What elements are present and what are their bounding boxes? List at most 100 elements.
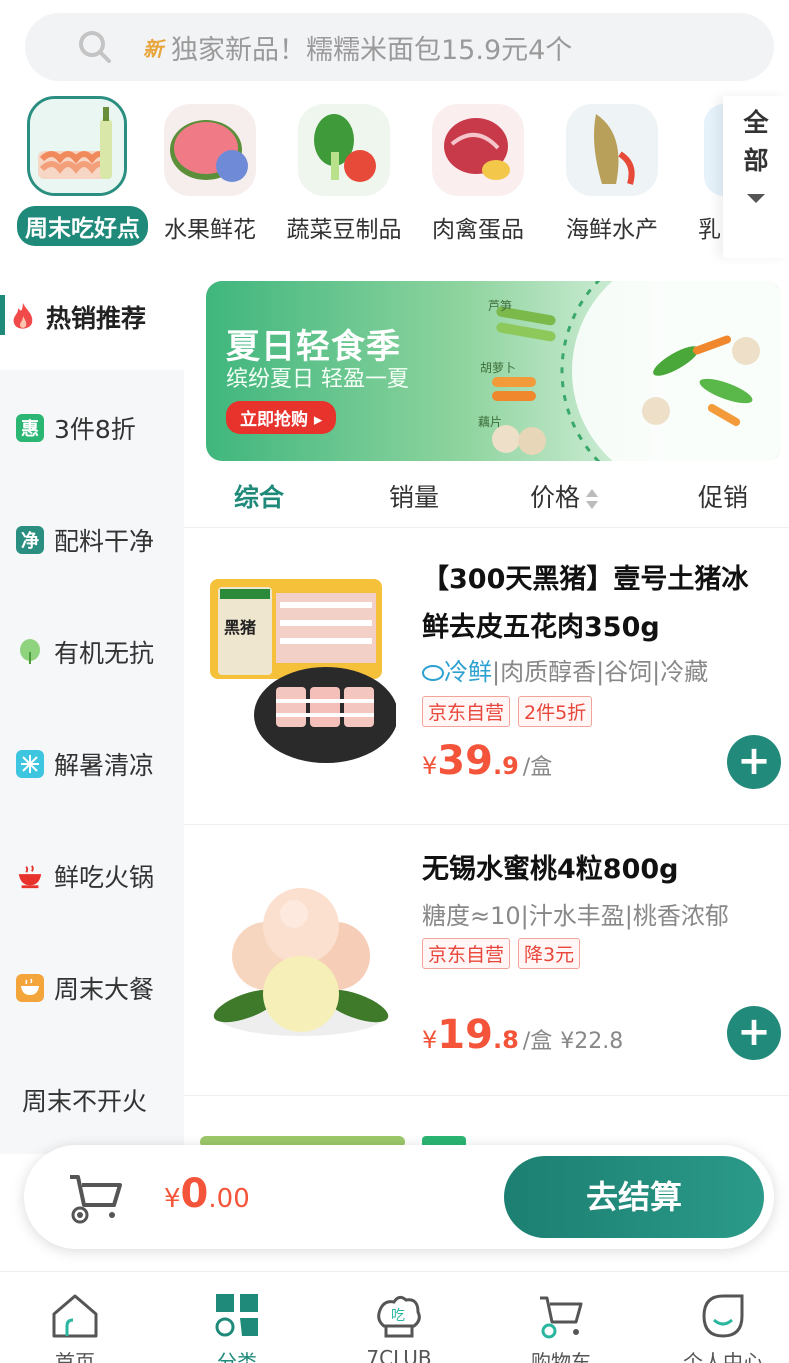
sidebar-item-label: 3件8折 bbox=[54, 415, 136, 444]
category-label: 周末吃好点 bbox=[17, 206, 148, 246]
cart-icon bbox=[536, 1292, 586, 1340]
tab-label: 分类 bbox=[217, 1350, 257, 1363]
product-image bbox=[206, 866, 396, 1056]
tag-promo: 降3元 bbox=[518, 938, 581, 969]
add-to-cart-button[interactable]: + bbox=[727, 1006, 781, 1060]
banner-subtitle: 缤纷夏日 轻盈一夏 bbox=[226, 367, 409, 392]
category-label: 蔬菜豆制品 bbox=[286, 217, 402, 243]
sort-price-label: 价格 bbox=[530, 483, 581, 512]
product-price: ¥19.8/盒 ¥22.8 bbox=[422, 1012, 624, 1058]
product-card[interactable]: 黑猪 【300天黑猪】壹号土猪冰鲜去皮五花肉350g 冷鲜|肉质醇香|谷饲|冷藏… bbox=[184, 530, 789, 825]
sidebar-item-organic[interactable]: 有机无抗 bbox=[0, 596, 184, 708]
original-price: ¥22.8 bbox=[560, 1029, 624, 1054]
sidebar-item-label: 周末大餐 bbox=[54, 975, 155, 1004]
tab-7club[interactable]: 吃 7CLUB bbox=[334, 1272, 464, 1363]
leaf-icon bbox=[16, 638, 44, 666]
sidebar-item-no-cook[interactable]: 周末不开火 bbox=[0, 1044, 184, 1156]
category-dairy[interactable]: 乳 bbox=[686, 96, 726, 244]
tab-cart[interactable]: 购物车 bbox=[496, 1272, 626, 1363]
category-label: 海鲜水产 bbox=[566, 217, 658, 243]
sidebar-item-cool[interactable]: 解暑清凉 bbox=[0, 708, 184, 820]
category-meat-eggs[interactable]: 肉禽蛋品 bbox=[418, 96, 538, 244]
sort-price[interactable]: 价格 bbox=[530, 478, 599, 514]
category-fruit-flowers[interactable]: 水果鲜花 bbox=[150, 96, 270, 244]
tag-self-operated: 京东自营 bbox=[422, 696, 511, 727]
product-tags: 京东自营 2件5折 bbox=[422, 696, 593, 727]
search-placeholder-text: 独家新品！糯糯米面包15.9元4个 bbox=[171, 34, 573, 66]
promo-banner[interactable]: 夏日轻食季 缤纷夏日 轻盈一夏 立即抢购 ▸ 芦笋 胡萝卜 藕片 bbox=[206, 281, 782, 461]
category-image bbox=[432, 104, 524, 196]
add-to-cart-button[interactable]: + bbox=[727, 735, 781, 789]
hotpot-icon bbox=[16, 862, 44, 890]
tab-profile[interactable]: 个人中心 bbox=[658, 1272, 788, 1363]
chef-hat-icon: 吃 bbox=[374, 1292, 424, 1340]
category-image bbox=[164, 104, 256, 196]
all-categories-button[interactable]: 全 部 bbox=[723, 96, 789, 258]
sort-sales[interactable]: 销量 bbox=[389, 478, 439, 514]
category-image bbox=[566, 104, 658, 196]
sidebar: 热销推荐 惠 3件8折 净 配料干净 有机无抗 解暑清凉 鲜吃火锅 周末大餐 周… bbox=[0, 264, 184, 1154]
active-indicator bbox=[0, 295, 5, 335]
sidebar-item-label: 鲜吃火锅 bbox=[54, 863, 155, 892]
sidebar-item-label: 配料干净 bbox=[54, 527, 155, 556]
sidebar-item-label: 解暑清凉 bbox=[54, 751, 155, 780]
all-label-2: 部 bbox=[743, 146, 769, 175]
sidebar-item-hotpot[interactable]: 鲜吃火锅 bbox=[0, 820, 184, 932]
search-bar[interactable]: 新 独家新品！糯糯米面包15.9元4个 bbox=[25, 13, 774, 81]
product-attributes: 冷鲜|肉质醇香|谷饲|冷藏 bbox=[422, 652, 708, 687]
banner-cta-button[interactable]: 立即抢购 ▸ bbox=[226, 401, 337, 434]
product-title: 无锡水蜜桃4粒800g bbox=[422, 854, 679, 885]
banner-label: 芦笋 bbox=[488, 299, 513, 313]
product-card[interactable]: 无锡水蜜桃4粒800g 糖度≈10|汁水丰盈|桃香浓郁 京东自营 降3元 ¥19… bbox=[184, 826, 789, 1096]
product-attributes: 糖度≈10|汁水丰盈|桃香浓郁 bbox=[422, 902, 729, 930]
tab-label: 7CLUB bbox=[366, 1346, 432, 1363]
sort-arrows-icon bbox=[586, 487, 599, 511]
search-placeholder: 新 独家新品！糯糯米面包15.9元4个 bbox=[143, 28, 572, 67]
banner-label: 藕片 bbox=[478, 415, 503, 429]
category-row: 周末吃好点 水果鲜花 蔬菜豆制品 肉禽蛋品 海鲜水产 乳 bbox=[0, 96, 789, 258]
package-label: 黑猪 bbox=[224, 618, 256, 637]
new-badge: 新 bbox=[143, 36, 163, 61]
checkout-button[interactable]: 去结算 bbox=[504, 1156, 764, 1238]
tab-home[interactable]: 首页 bbox=[10, 1272, 140, 1363]
cart-total: ¥0.00 bbox=[164, 1171, 250, 1217]
category-weekend[interactable]: 周末吃好点 bbox=[17, 96, 148, 246]
sidebar-item-hot[interactable]: 热销推荐 bbox=[0, 264, 184, 370]
product-title: 【300天黑猪】壹号土猪冰鲜去皮五花肉350g bbox=[422, 564, 749, 643]
tag-self-operated: 京东自营 bbox=[422, 938, 511, 969]
cold-fresh-label: 冷鲜 bbox=[422, 658, 492, 686]
sidebar-item-label: 热销推荐 bbox=[46, 304, 147, 333]
category-seafood[interactable]: 海鲜水产 bbox=[552, 96, 672, 244]
category-image bbox=[27, 96, 127, 196]
search-icon bbox=[77, 29, 113, 65]
category-image bbox=[298, 104, 390, 196]
tab-bar: 首页 分类 吃 7CLUB 购物车 个人中心 bbox=[0, 1271, 789, 1363]
category-vegetables[interactable]: 蔬菜豆制品 bbox=[284, 96, 404, 244]
banner-label: 胡萝卜 bbox=[480, 361, 517, 375]
sidebar-item-discount[interactable]: 惠 3件8折 bbox=[0, 372, 184, 484]
cart-icon[interactable] bbox=[66, 1171, 124, 1225]
category-icon bbox=[212, 1292, 262, 1340]
discount-icon: 惠 bbox=[16, 414, 44, 442]
home-icon bbox=[50, 1292, 100, 1340]
tag-promo: 2件5折 bbox=[518, 696, 593, 727]
sort-promo[interactable]: 促销 bbox=[698, 478, 748, 514]
category-label: 肉禽蛋品 bbox=[432, 217, 524, 243]
sidebar-item-label: 有机无抗 bbox=[54, 639, 155, 668]
sidebar-item-clean[interactable]: 净 配料干净 bbox=[0, 484, 184, 596]
tab-label: 个人中心 bbox=[683, 1350, 763, 1363]
sort-comprehensive[interactable]: 综合 bbox=[234, 478, 284, 514]
cart-bar: ¥0.00 去结算 bbox=[24, 1145, 774, 1249]
chevron-down-icon bbox=[747, 194, 765, 203]
tab-label: 首页 bbox=[55, 1350, 95, 1363]
svg-text:吃: 吃 bbox=[391, 1308, 405, 1324]
tab-category[interactable]: 分类 bbox=[172, 1272, 302, 1363]
sidebar-item-label: 周末不开火 bbox=[22, 1087, 148, 1116]
clean-icon: 净 bbox=[16, 526, 44, 554]
all-label-1: 全 bbox=[743, 108, 769, 137]
product-price: ¥39.9/盒 bbox=[422, 738, 553, 784]
sidebar-item-feast[interactable]: 周末大餐 bbox=[0, 932, 184, 1044]
product-tags: 京东自营 降3元 bbox=[422, 938, 581, 969]
attributes-text: |肉质醇香|谷饲|冷藏 bbox=[492, 658, 709, 686]
snowflake-icon bbox=[16, 750, 44, 778]
